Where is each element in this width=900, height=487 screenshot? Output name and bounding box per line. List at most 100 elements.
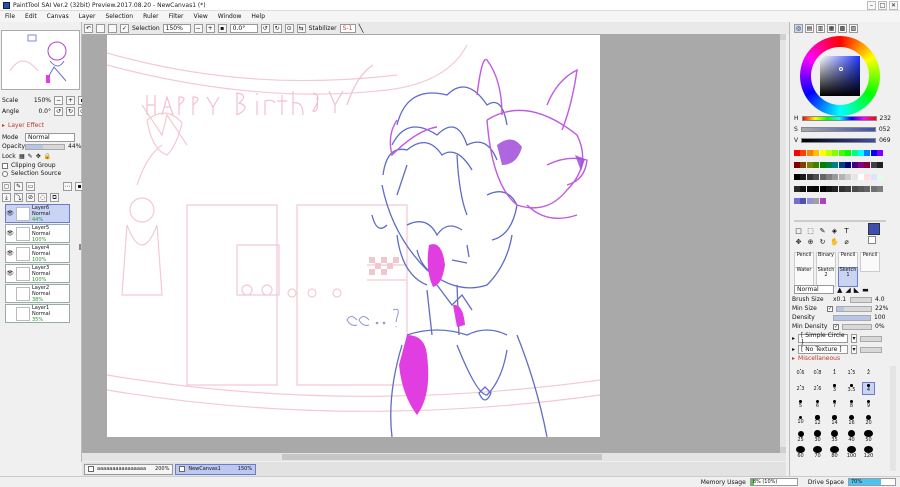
color-swatch[interactable] [806,186,813,192]
color-swatch[interactable] [858,174,864,180]
brush-size-preset[interactable]: 3 [828,382,841,395]
selection-toggle[interactable]: ✓ [120,23,129,33]
color-swatch[interactable] [813,162,820,168]
color-swatch[interactable] [794,162,800,168]
brush-size-preset[interactable]: 30 [811,430,824,443]
brush-size-preset[interactable]: 14 [828,414,841,427]
brush-size-preset[interactable]: 100 [845,446,858,459]
color-swatch[interactable] [838,162,845,168]
color-swatch[interactable] [838,186,845,192]
menu-window[interactable]: Window [213,13,247,20]
brush-size-preset[interactable]: 1 [828,366,841,379]
color-swatch[interactable] [794,150,800,156]
selection-source-radio[interactable] [2,170,8,177]
color-swatch[interactable] [832,174,839,180]
brush-size-preset[interactable]: 5 [794,398,807,411]
hand-icon[interactable]: ✋ [830,237,839,246]
color-swatch[interactable] [806,198,813,204]
brush-tool-water[interactable]: Water [794,267,814,287]
angle-left-button[interactable]: ↺ [54,107,63,116]
layer-options-icon[interactable]: ⋯ [63,182,72,191]
color-swatch[interactable] [870,162,877,168]
visibility-eye-icon[interactable] [6,310,14,318]
color-swatch[interactable] [806,162,813,168]
color-swatch[interactable] [877,150,884,156]
navigator-preview[interactable] [1,30,80,90]
brush-size-mult[interactable]: x0.1 [833,296,847,303]
visibility-eye-icon[interactable]: 👁 [6,270,14,278]
scale-in-button[interactable]: + [66,96,75,105]
layer-row[interactable]: 👁 Layer5 Normal 100% [5,224,70,243]
stabilizer-select[interactable]: S-1 [339,23,356,33]
scroll-up-icon[interactable] [780,34,786,40]
brush-size-preset[interactable]: 1.5 [845,366,858,379]
color-swatch[interactable] [813,186,820,192]
color-swatch[interactable] [826,162,832,168]
color-swatch[interactable] [819,150,826,156]
scale-out-button[interactable]: − [54,96,63,105]
shape-soft-icon[interactable]: ◣ [854,286,859,294]
lock-move-icon[interactable]: ✥ [36,153,41,160]
scale-value[interactable]: 150% [25,97,51,104]
color-swatch[interactable] [794,186,800,192]
color-swatch[interactable] [845,174,852,180]
color-swatch[interactable] [877,162,884,168]
color-swatch[interactable] [800,186,807,192]
color-swatch[interactable] [826,198,832,204]
clipping-checkbox[interactable] [2,162,8,169]
brush-texture-select[interactable]: [ No Texture ] [798,345,849,354]
shape-square-icon[interactable]: ▬ [862,286,869,294]
rgb-slider-icon[interactable]: ▤ [805,24,814,33]
shape-triangle-icon[interactable]: ▲ [837,286,842,294]
color-swatch[interactable] [870,150,877,156]
saturation-slider[interactable] [800,127,876,132]
color-swatch[interactable] [813,174,820,180]
layer-row[interactable]: 👁 Layer3 Normal 100% [5,264,70,283]
color-swatch[interactable] [864,150,871,156]
tab-canvas-0[interactable]: aaaaaaaaaaaaaaaa 200% [84,463,174,475]
lasso-icon[interactable]: ⬚ [806,226,815,235]
min-size-checkbox[interactable]: ✓ [827,305,833,312]
horizontal-scroll-thumb[interactable] [282,454,602,460]
color-swatch[interactable] [813,198,820,204]
merge-down-icon[interactable]: ⤵ [14,193,23,202]
size-presets-scrollbar[interactable] [890,366,896,471]
erase-icon[interactable]: ◌ [38,193,47,202]
transfer-down-icon[interactable]: ⤓ [2,193,11,202]
clear-layer-icon[interactable]: ⊘ [26,193,35,202]
color-swatch[interactable] [794,198,800,204]
close-button[interactable]: ✕ [889,1,898,10]
brush-size-preset[interactable]: 6 [811,398,824,411]
brush-size-preset[interactable]: 50 [862,430,875,443]
color-swatch[interactable] [838,198,845,204]
saturation-value-square[interactable] [820,56,860,96]
brush-size-slider[interactable] [850,296,872,303]
brush-size-preset[interactable]: 120 [862,446,875,459]
menu-canvas[interactable]: Canvas [42,13,74,20]
brush-size-preset[interactable]: 12 [811,414,824,427]
color-swatch[interactable] [870,174,877,180]
color-swatch[interactable] [877,174,884,180]
brush-size-preset[interactable]: 35 [828,430,841,443]
color-swatch[interactable] [851,174,858,180]
shape-strength-slider[interactable] [860,335,883,342]
menu-filter[interactable]: Filter [164,13,189,20]
rotate-left-button[interactable]: ↺ [260,23,270,33]
flip-icon[interactable]: ⇆ [296,23,306,33]
color-swatch[interactable] [877,198,884,204]
minimize-button[interactable]: – [867,1,876,10]
brush-size-preset[interactable]: 0.8 [811,366,824,379]
zoom-field[interactable]: 150% [162,23,191,33]
min-size-slider[interactable] [836,305,872,312]
vertical-scrollbar[interactable] [780,34,786,453]
menu-edit[interactable]: Edit [20,13,42,20]
new-folder-icon[interactable]: ▭ [26,182,35,191]
layer-row[interactable]: Layer1 Normal 35% [5,304,70,323]
color-swatch[interactable] [870,198,877,204]
color-swatch[interactable] [832,162,839,168]
brush-size-preset[interactable]: 70 [811,446,824,459]
brush-size-preset[interactable]: 25 [794,430,807,443]
brush-size-preset[interactable]: 7 [828,398,841,411]
density-slider[interactable] [833,314,871,321]
visibility-eye-icon[interactable]: 👁 [6,250,14,258]
